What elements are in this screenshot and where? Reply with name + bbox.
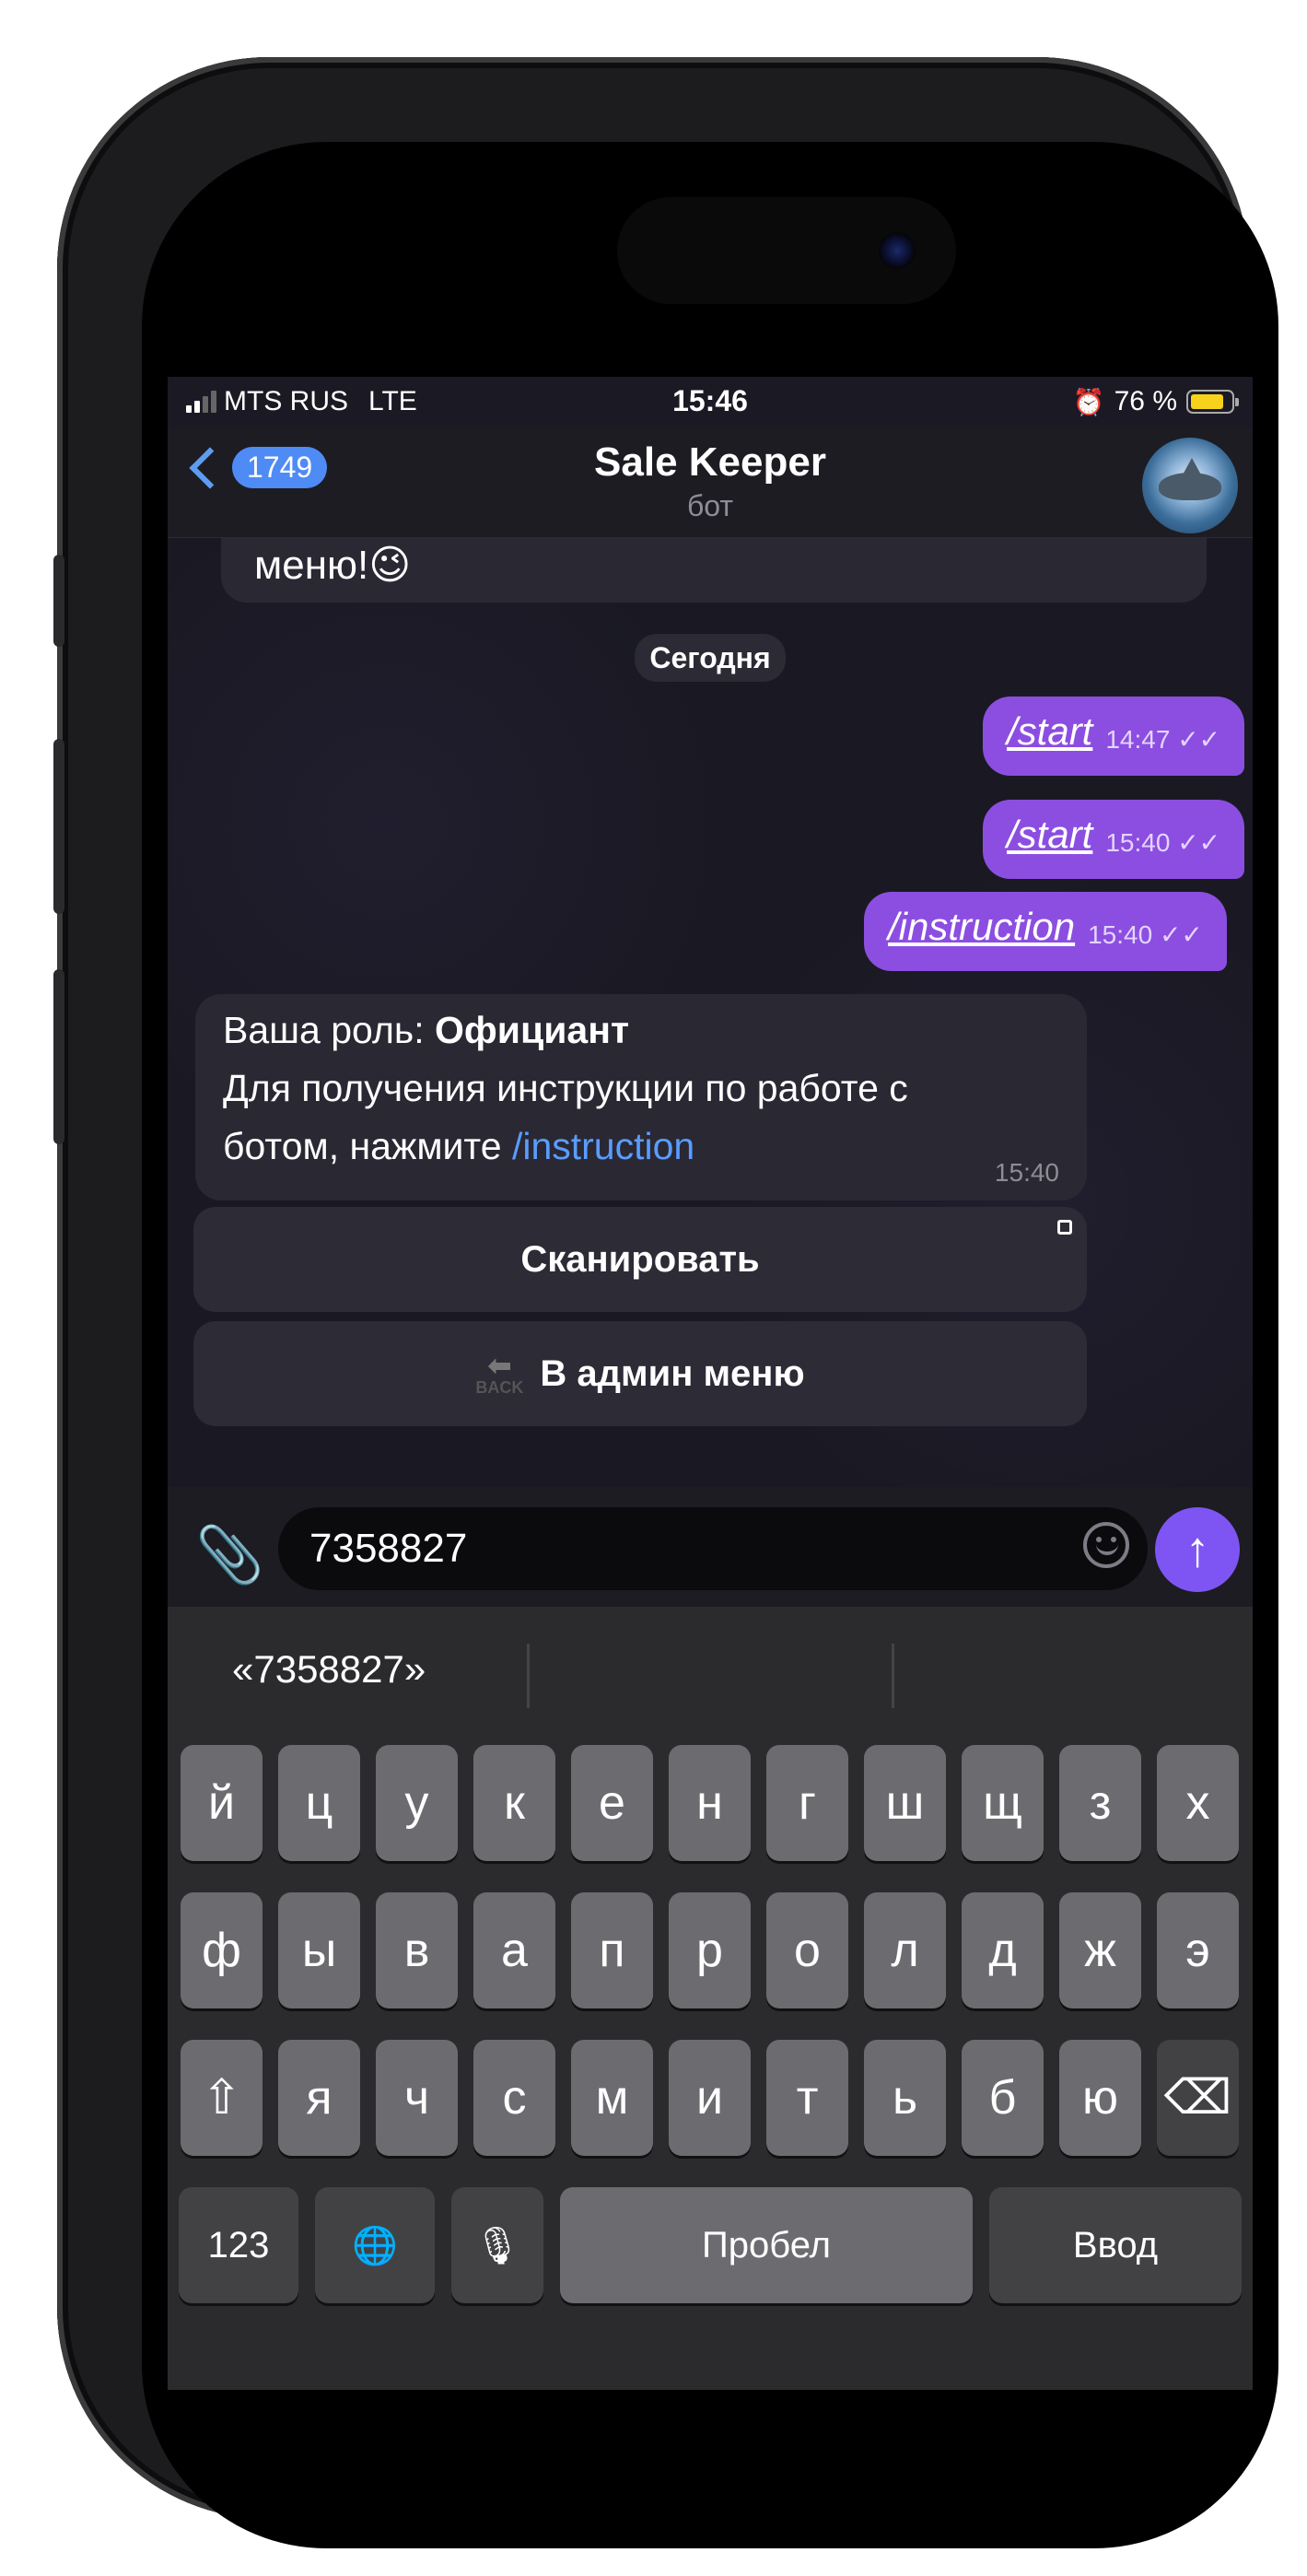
return-key[interactable]: Ввод [989,2187,1242,2303]
globe-icon[interactable]: 🌐 [315,2187,435,2303]
message-bubble-previous: меню!😉 [221,538,1207,603]
double-check-icon: ✓✓ [1177,828,1221,857]
send-arrow-icon: ↑ [1184,1522,1210,1577]
suggestion-bar: «7358827» [168,1607,1253,1745]
bezel: MTS RUS LTE 15:46 ⏰ 76 % 1749 Sale Keepe… [142,142,1278,2548]
screen: MTS RUS LTE 15:46 ⏰ 76 % 1749 Sale Keepe… [168,377,1253,2390]
volume-down-button [53,969,64,1144]
key-з[interactable]: з [1059,1745,1141,1861]
incoming-message: Ваша роль: Официант Для получения инстру… [195,994,1087,1200]
key-д[interactable]: д [962,1892,1044,2008]
microphone-icon[interactable]: 🎙 [451,2187,543,2303]
chat-header: 1749 Sale Keeper бот [168,428,1253,538]
message-time: 14:47 [1105,725,1171,754]
key-ы[interactable]: ы [278,1892,360,2008]
key-ч[interactable]: ч [376,2040,458,2156]
battery-percent: 76 % [1114,386,1177,416]
camera-icon [879,232,916,269]
double-check-icon: ✓✓ [1159,920,1203,949]
key-х[interactable]: х [1157,1745,1239,1861]
paperclip-icon[interactable]: 📎 [195,1522,264,1587]
instruction-link[interactable]: /instruction [512,1125,694,1167]
key-ю[interactable]: ю [1059,2040,1141,2156]
key-щ[interactable]: щ [962,1745,1044,1861]
double-check-icon: ✓✓ [1177,725,1221,754]
key-э[interactable]: э [1157,1892,1239,2008]
send-button[interactable]: ↑ [1155,1507,1240,1592]
dynamic-island [617,197,956,304]
role-label: Ваша роль: [223,1009,436,1051]
space-key[interactable]: Пробел [560,2187,973,2303]
key-л[interactable]: л [864,1892,946,2008]
key-в[interactable]: в [376,1892,458,2008]
numbers-key[interactable]: 123 [179,2187,298,2303]
status-bar: MTS RUS LTE 15:46 ⏰ 76 % [168,377,1253,428]
key-ц[interactable]: ц [278,1745,360,1861]
scan-button[interactable]: Сканировать [193,1207,1087,1312]
key-п[interactable]: п [571,1892,653,2008]
message-time: 15:40 [994,1158,1059,1187]
key-о[interactable]: о [766,1892,848,2008]
key-б[interactable]: б [962,2040,1044,2156]
key-и[interactable]: и [669,2040,751,2156]
key-к[interactable]: к [473,1745,555,1861]
key-ж[interactable]: ж [1059,1892,1141,2008]
command-link[interactable]: /start [1007,709,1092,754]
avatar[interactable] [1142,438,1238,533]
key-н[interactable]: н [669,1745,751,1861]
composer: 📎 7358827 ↑ [168,1487,1253,1607]
command-link[interactable]: /instruction [888,905,1075,949]
key-я[interactable]: я [278,2040,360,2156]
web-app-icon [1057,1220,1072,1235]
key-а[interactable]: а [473,1892,555,2008]
key-ш[interactable]: ш [864,1745,946,1861]
key-у[interactable]: у [376,1745,458,1861]
message-input[interactable]: 7358827 [278,1507,1148,1590]
volume-up-button [53,739,64,914]
back-arrow-icon: ⬅ BACK [475,1349,524,1397]
key-с[interactable]: с [473,2040,555,2156]
instruction-text: Для получения инструкции по работе с [223,1067,908,1109]
outgoing-message[interactable]: /instruction 15:40 ✓✓ [864,892,1227,971]
smiley-icon[interactable] [1083,1522,1129,1568]
command-link[interactable]: /start [1007,813,1092,857]
backspace-icon[interactable]: ⌫ [1157,2040,1239,2156]
key-й[interactable]: й [181,1745,263,1861]
admin-menu-button[interactable]: ⬅ BACK В админ меню [193,1321,1087,1426]
message-time: 15:40 [1088,920,1153,949]
message-time: 15:40 [1105,828,1171,857]
phone-frame: MTS RUS LTE 15:46 ⏰ 76 % 1749 Sale Keepe… [53,57,1278,2548]
role-value: Официант [435,1009,630,1051]
outgoing-message[interactable]: /start 15:40 ✓✓ [983,800,1245,879]
key-г[interactable]: г [766,1745,848,1861]
battery-icon [1186,390,1239,414]
instruction-text-2: ботом, нажмите [223,1125,512,1167]
key-е[interactable]: е [571,1745,653,1861]
message-text: меню!😉 [254,543,412,588]
shift-icon[interactable]: ⇧ [181,2040,263,2156]
keyboard: «7358827» й ц у к е н г ш щ з х ф ы в а п р о л д ж э ⇧ я ч с м и т ь… [168,1607,1253,2390]
key-м[interactable]: м [571,2040,653,2156]
date-separator: Сегодня [168,634,1253,682]
key-ь[interactable]: ь [864,2040,946,2156]
chat-subtitle: бот [686,489,734,522]
chat-title[interactable]: Sale Keeper [168,439,1253,486]
key-р[interactable]: р [669,1892,751,2008]
message-list[interactable]: меню!😉 Сегодня /start 14:47 ✓✓ /start 15… [168,538,1253,1487]
action-button [53,555,64,647]
key-т[interactable]: т [766,2040,848,2156]
key-ф[interactable]: ф [181,1892,263,2008]
suggestion-item[interactable]: «7358827» [232,1647,426,1692]
alarm-icon: ⏰ [1072,387,1105,416]
outgoing-message[interactable]: /start 14:47 ✓✓ [983,697,1245,776]
